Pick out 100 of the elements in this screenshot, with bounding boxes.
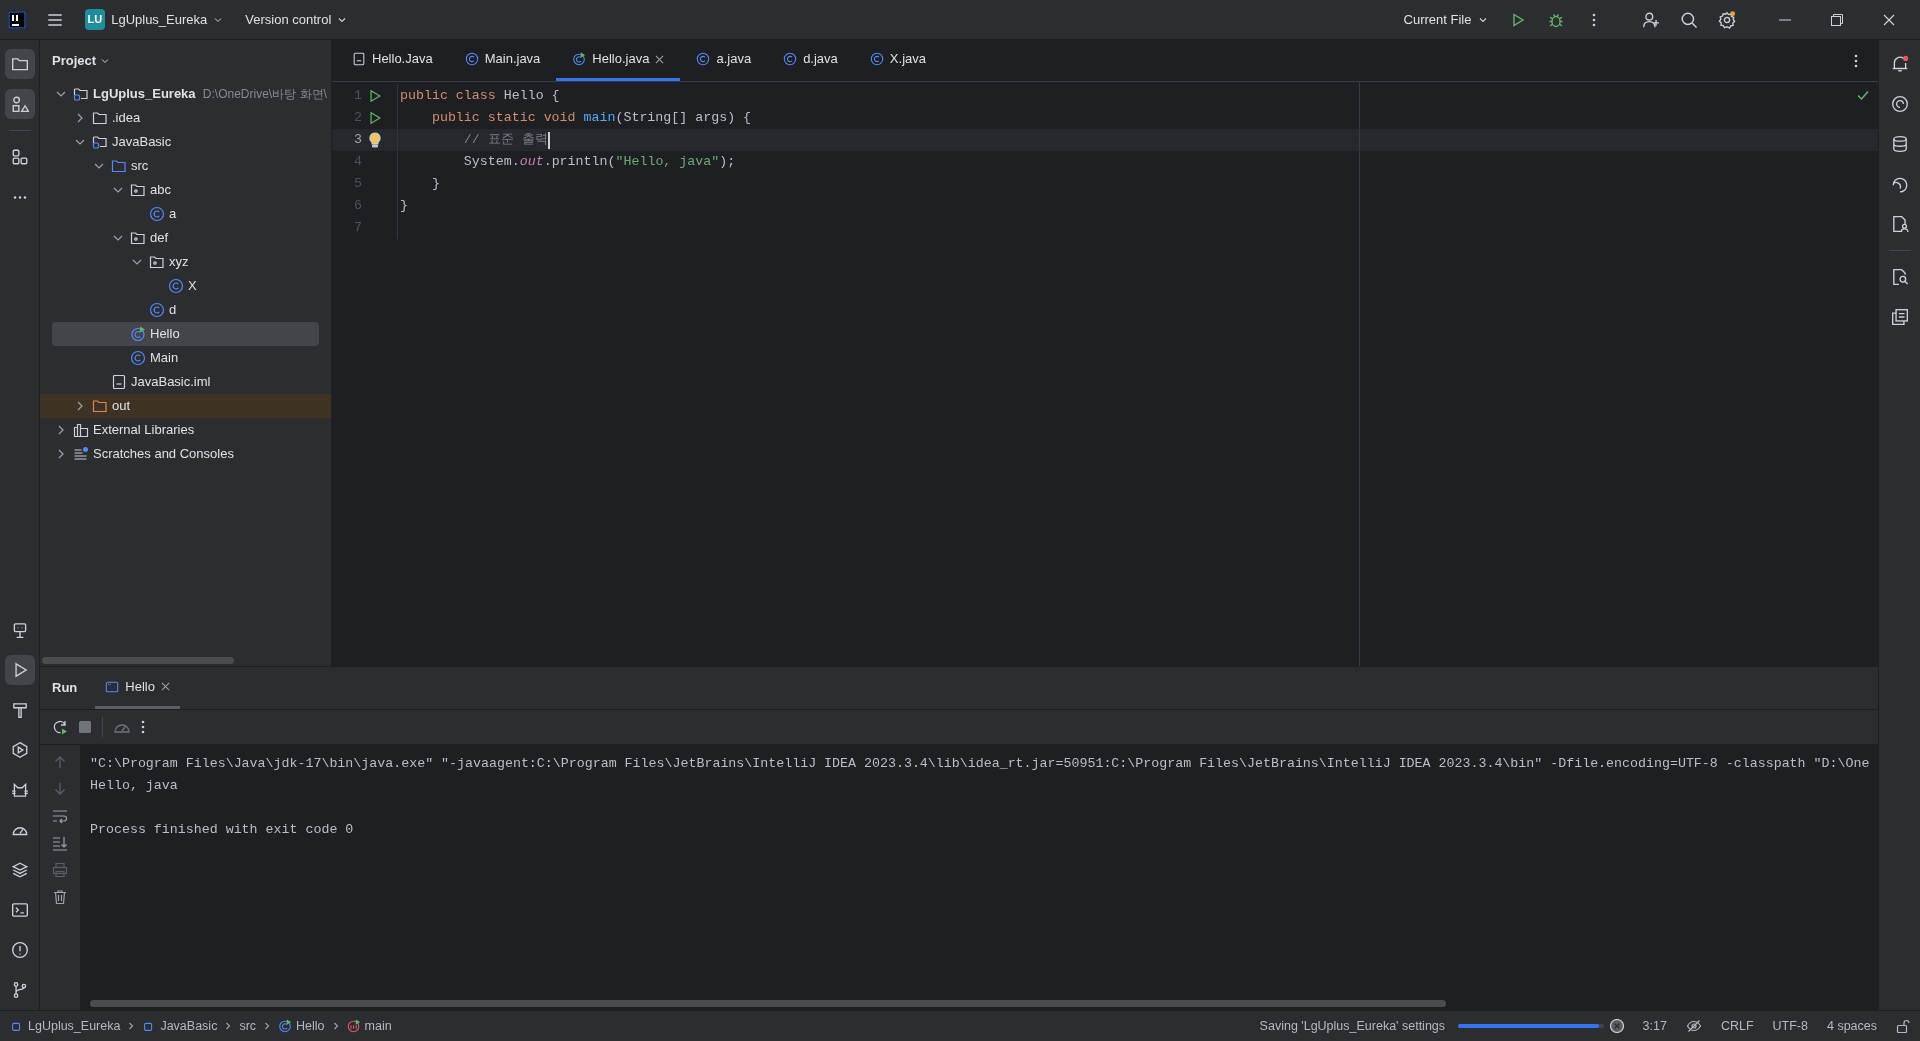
tree-item[interactable]: External Libraries (40, 418, 331, 442)
folder-tool-button[interactable] (4, 49, 35, 79)
tree-item[interactable]: d (40, 298, 331, 322)
breadcrumb[interactable]: main (346, 1016, 392, 1036)
folder-icon (92, 110, 108, 126)
hammer-icon (10, 701, 29, 719)
add-user-icon[interactable] (1642, 10, 1660, 29)
stop-icon[interactable] (78, 720, 92, 734)
tree-item[interactable]: a (40, 202, 331, 226)
folder-icon (111, 158, 127, 174)
more-icon[interactable] (141, 720, 145, 734)
tree-item[interactable]: abc (40, 178, 331, 202)
runnable-class-icon (278, 1019, 293, 1033)
close-icon[interactable] (655, 54, 665, 64)
progress-label: Saving 'LgUplus_Eureka' settings (1259, 1017, 1446, 1035)
console-line: "C:\Program Files\Java\jdk-17\bin\java.exe" "-javaagent:C:\Program Files\JetBrains\IntelliJ IDEA 2023.3.4\lib\idea_rt.jar=50951:C:\Program Files\JetBrains\IntelliJ IDEA 2023.3.4\bin" -Dfile.encoding=UTF-8 -classpath "D:\One (90, 755, 1871, 773)
tree-item[interactable]: Hello (52, 322, 319, 346)
close-icon[interactable] (1883, 13, 1895, 26)
code-line: // 표준 출력 (462, 131, 548, 150)
bug-icon[interactable] (1547, 11, 1564, 28)
breadcrumb[interactable]: LgUplus_Eureka (10, 1016, 121, 1036)
cat-icon (10, 781, 29, 799)
editor-tab[interactable]: Hello.Java (336, 40, 449, 81)
editor-tab[interactable]: d.java (767, 40, 854, 81)
package-folder-icon (130, 230, 146, 246)
notifications-icon[interactable] (1890, 55, 1909, 73)
module-folder-icon (92, 134, 108, 150)
run-icon[interactable] (368, 89, 382, 103)
database-icon[interactable] (1890, 135, 1909, 153)
module-folder-icon (73, 86, 89, 102)
loop-icon[interactable] (1890, 175, 1909, 193)
tree-item[interactable]: X (40, 274, 331, 298)
tree-item[interactable]: JavaBasic (40, 130, 331, 154)
app-logo-icon (8, 10, 26, 29)
layers-icon (10, 861, 29, 879)
project-selector[interactable]: LU LgUplus_Eureka (76, 5, 232, 34)
editor-tab[interactable]: X.java (853, 40, 942, 81)
vcs-menu[interactable]: Version control (237, 5, 356, 34)
editor-tab[interactable]: Hello.java (556, 40, 681, 81)
run-icon[interactable] (368, 111, 382, 125)
settings-icon[interactable] (1718, 10, 1736, 29)
status-item[interactable]: CRLF (1720, 1016, 1754, 1036)
scrollbar[interactable] (90, 1000, 1446, 1007)
search-icon[interactable] (1680, 10, 1698, 29)
project-badge: LU (84, 9, 106, 30)
search-document-icon[interactable] (1890, 268, 1909, 286)
status-item[interactable]: 4 spaces (1826, 1016, 1877, 1036)
tree-item[interactable]: Scratches and Consoles (40, 442, 331, 466)
class-icon (149, 302, 165, 318)
file-icon (352, 52, 366, 66)
run-config-selector[interactable]: Current File (1395, 5, 1496, 34)
code-line: public class Hello { (399, 87, 560, 106)
lightbulb-icon[interactable] (368, 132, 382, 148)
cancel-icon[interactable] (1609, 1019, 1624, 1033)
hexagon-play-icon (10, 741, 29, 759)
breadcrumb[interactable]: JavaBasic (142, 1016, 218, 1036)
line-number: 3 (353, 131, 362, 150)
tree-item[interactable]: src (40, 154, 331, 178)
editor-tab[interactable]: Main.java (448, 40, 557, 81)
tree-item[interactable]: def (40, 226, 331, 250)
tree-item[interactable]: out (40, 394, 331, 418)
tree-item[interactable]: LgUplus_Eureka D:\OneDrive\바탕 화면\ (40, 82, 331, 106)
close-icon[interactable] (160, 682, 170, 691)
chevron-down-icon[interactable] (100, 56, 111, 66)
tree-item[interactable]: Main (40, 346, 331, 370)
document-person-icon[interactable] (1890, 215, 1909, 233)
method-icon (346, 1019, 361, 1033)
breadcrumb[interactable]: Hello (278, 1016, 325, 1036)
panel-title[interactable]: Project (52, 51, 97, 71)
text-cursor (547, 131, 550, 149)
shapes-tool-button[interactable] (4, 89, 35, 119)
class-icon (696, 52, 711, 66)
tree-item[interactable]: .idea (40, 106, 331, 130)
runnable-class-icon (572, 52, 587, 66)
tree-item[interactable]: xyz (40, 250, 331, 274)
editor-tab[interactable]: a.java (680, 40, 768, 81)
restore-icon[interactable] (1831, 13, 1843, 26)
status-item[interactable]: 3:17 (1642, 1016, 1667, 1036)
code-line: } (399, 197, 408, 216)
console-line: Hello, java (90, 777, 179, 795)
lock-icon[interactable] (1896, 1019, 1910, 1033)
more-icon[interactable] (1853, 53, 1858, 68)
documents-icon[interactable] (1890, 308, 1909, 326)
rerun-icon[interactable] (52, 719, 68, 735)
more-icon[interactable] (1591, 12, 1596, 27)
project-path: D:\OneDrive\바탕 화면\ (202, 86, 327, 103)
folder-icon (10, 55, 29, 73)
tree-item[interactable]: JavaBasic.iml (40, 370, 331, 394)
eye-off-icon[interactable] (1685, 1018, 1702, 1034)
more-icon (12, 195, 27, 199)
shapes-icon (10, 95, 29, 113)
minimize-icon[interactable] (1779, 18, 1791, 21)
spiral-icon[interactable] (1890, 95, 1909, 113)
class-icon (168, 278, 184, 294)
breadcrumb[interactable]: src (239, 1016, 257, 1036)
scrollbar[interactable] (42, 657, 234, 664)
run-tool-button[interactable] (4, 655, 35, 685)
code-line: public static void main(String[] args) { (430, 109, 752, 128)
status-item[interactable]: UTF-8 (1772, 1016, 1808, 1036)
code-line: } (430, 175, 440, 194)
